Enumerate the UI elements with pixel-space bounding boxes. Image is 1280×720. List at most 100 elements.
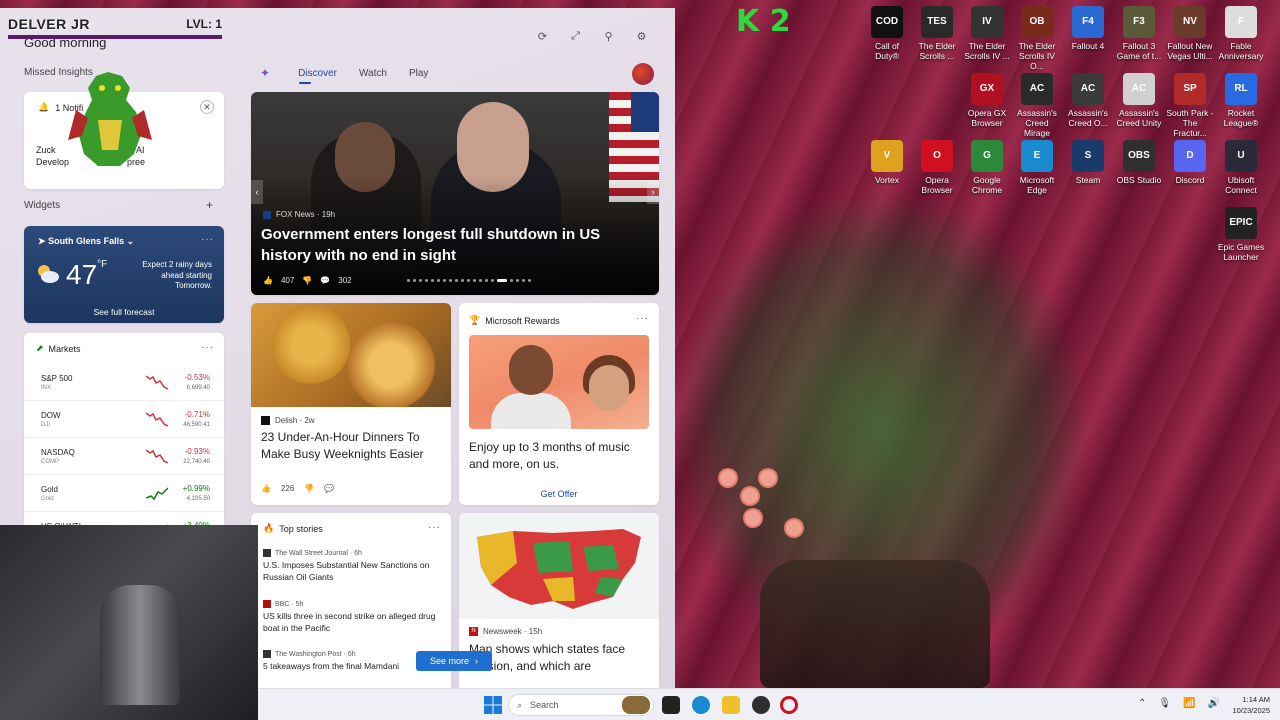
more-options-icon[interactable]: ··· bbox=[201, 234, 214, 245]
map-image bbox=[459, 513, 659, 619]
flame-icon: 🔥 bbox=[263, 523, 275, 533]
weather-temp: 47°F bbox=[66, 259, 107, 291]
more-options-icon[interactable]: ··· bbox=[636, 313, 649, 324]
app-icon: OBS bbox=[1123, 140, 1155, 172]
desktop-icon-label: Opera Browser bbox=[921, 175, 953, 195]
location-arrow-icon: ➤ bbox=[38, 236, 46, 246]
see-more-button[interactable]: See more › bbox=[416, 651, 492, 671]
desktop-icon[interactable]: F4 Fallout 4 bbox=[1063, 6, 1113, 51]
desktop-icon[interactable]: AC Assassin's Creed Unity bbox=[1114, 73, 1164, 128]
desktop-icon[interactable]: V Vortex bbox=[862, 140, 912, 185]
food-title[interactable]: 23 Under-An-Hour Dinners To Make Busy We… bbox=[261, 429, 441, 463]
chevron-right-icon: › bbox=[475, 656, 479, 666]
markets-card[interactable]: ⬈ Markets ··· S&P 500 INX -0.53% 6,699.40 DO… bbox=[24, 333, 224, 533]
add-widget-icon[interactable]: + bbox=[206, 198, 213, 212]
app-icon: S bbox=[1072, 140, 1104, 172]
pin-icon[interactable]: ⚲ bbox=[600, 28, 617, 45]
desktop-icon[interactable]: SP South Park - The Fractur... bbox=[1165, 73, 1215, 138]
desktop-icon[interactable]: OBS OBS Studio bbox=[1114, 140, 1164, 185]
obs-icon[interactable] bbox=[752, 696, 770, 714]
market-row[interactable]: NASDAQ COMP -0.93% 22,740.40 bbox=[24, 439, 224, 475]
market-row[interactable]: Gold Gold +0.99% 4,105.50 bbox=[24, 476, 224, 512]
desktop-icon[interactable]: E Microsoft Edge bbox=[1012, 140, 1062, 195]
stream-overlay-bar: DELVER JR LVL: 1 bbox=[8, 16, 228, 36]
rewards-card[interactable]: 🏆 Microsoft Rewards ··· Enjoy up to 3 mo… bbox=[459, 303, 659, 505]
weather-note: Expect 2 rainy days ahead starting Tomor… bbox=[142, 260, 212, 290]
thumbs-down-icon[interactable]: 👎 bbox=[302, 276, 312, 285]
desktop-icon[interactable]: RL Rocket League® bbox=[1216, 73, 1266, 128]
user-avatar[interactable] bbox=[632, 63, 654, 85]
desktop-icon[interactable]: D Discord bbox=[1165, 140, 1215, 185]
desktop-icon-label: Assassin's Creed O... bbox=[1068, 108, 1108, 128]
market-change: -0.93% bbox=[184, 447, 210, 456]
microphone-icon[interactable]: 🎙 bbox=[1158, 698, 1171, 709]
food-story-card[interactable]: Delish · 2w 23 Under-An-Hour Dinners To … bbox=[251, 303, 451, 505]
wifi-icon[interactable]: 📶 bbox=[1183, 698, 1195, 709]
hero-likes: 407 bbox=[280, 276, 295, 285]
get-offer-link[interactable]: Get Offer bbox=[459, 489, 659, 499]
chevron-up-icon[interactable]: ⌃ bbox=[1138, 698, 1146, 709]
app-icon: AC bbox=[1021, 73, 1053, 105]
taskbar-clock[interactable]: 1:14 AM 10/23/2025 bbox=[1232, 694, 1270, 716]
edge-icon[interactable] bbox=[692, 696, 710, 714]
chevron-left-icon[interactable]: ‹ bbox=[251, 180, 263, 204]
hero-title[interactable]: Government enters longest full shutdown … bbox=[261, 224, 641, 266]
desktop-icon[interactable]: U Ubisoft Connect bbox=[1216, 140, 1266, 195]
market-row[interactable]: DOW DJI -0.71% 46,590.41 bbox=[24, 402, 224, 438]
chevron-right-icon[interactable]: › bbox=[647, 180, 659, 204]
settings-gear-icon[interactable]: ⚙ bbox=[633, 28, 650, 45]
comment-icon[interactable]: 💬 bbox=[324, 484, 334, 493]
close-icon[interactable]: ✕ bbox=[200, 100, 214, 114]
desktop-icon[interactable]: EPIC Epic Games Launcher bbox=[1216, 207, 1266, 262]
market-symbol: INX bbox=[41, 385, 52, 391]
app-icon: D bbox=[1174, 140, 1206, 172]
hero-story-card[interactable]: ‹ › FOX News · 19h Government enters lon… bbox=[251, 92, 659, 295]
more-options-icon[interactable]: ··· bbox=[428, 522, 441, 533]
list-item[interactable]: BBC · 5h US kills three in second strike… bbox=[263, 600, 443, 634]
market-row[interactable]: S&P 500 INX -0.53% 6,699.40 bbox=[24, 365, 224, 401]
top-story-source: BBC · 5h bbox=[275, 600, 304, 608]
desktop-icon[interactable]: TES The Elder Scrolls ... bbox=[912, 6, 962, 61]
list-item[interactable]: The Wall Street Journal · 6h U.S. Impose… bbox=[263, 549, 443, 583]
desktop-icon[interactable]: IV The Elder Scrolls IV ... bbox=[962, 6, 1012, 61]
desktop-icon[interactable]: G Google Chrome bbox=[962, 140, 1012, 195]
market-symbol: Gold bbox=[41, 496, 54, 502]
desktop-icon[interactable]: S Steam bbox=[1063, 140, 1113, 185]
comment-icon[interactable]: 💬 bbox=[320, 276, 330, 285]
desktop-icon[interactable]: NV Fallout New Vegas Ulti... bbox=[1165, 6, 1215, 61]
weather-card[interactable]: ➤ South Glens Falls ⌄ ··· 47°F Expect 2 … bbox=[24, 226, 224, 323]
desktop-icon[interactable]: O Opera Browser bbox=[912, 140, 962, 195]
market-change: -0.53% bbox=[184, 373, 210, 382]
desktop-icon-label: Rocket League® bbox=[1223, 108, 1259, 128]
expand-icon[interactable]: ⤢ bbox=[567, 28, 584, 45]
desktop-icon[interactable]: OB The Elder Scrolls IV O... bbox=[1012, 6, 1062, 71]
desktop-icon[interactable]: F3 Fallout 3 Game of t... bbox=[1114, 6, 1164, 61]
tab-watch[interactable]: Watch bbox=[359, 68, 387, 79]
see-full-forecast-link[interactable]: See full forecast bbox=[24, 307, 224, 317]
opera-icon[interactable] bbox=[780, 696, 798, 714]
desktop-icon[interactable]: AC Assassin's Creed O... bbox=[1063, 73, 1113, 128]
desktop-icon[interactable]: COD Call of Duty® bbox=[862, 6, 912, 61]
map-source: N Newsweek · 15h bbox=[469, 627, 542, 636]
thumbs-down-icon[interactable]: 👎 bbox=[304, 484, 314, 493]
market-name: Gold bbox=[41, 485, 58, 494]
more-options-icon[interactable]: ··· bbox=[201, 342, 214, 353]
task-view-icon[interactable] bbox=[662, 696, 680, 714]
volume-icon[interactable]: 🔊 bbox=[1208, 698, 1220, 709]
app-icon: O bbox=[921, 140, 953, 172]
us-map-graphic bbox=[477, 529, 641, 609]
desktop-icon[interactable]: F Fable Anniversary bbox=[1216, 6, 1266, 61]
thumbs-up-icon[interactable]: 👍 bbox=[263, 276, 273, 285]
desktop-icon[interactable]: GX Opera GX Browser bbox=[962, 73, 1012, 128]
app-icon: F3 bbox=[1123, 6, 1155, 38]
refresh-icon[interactable]: ⟳ bbox=[534, 28, 551, 45]
windows-start-icon[interactable] bbox=[484, 696, 502, 714]
top-stories-header: 🔥 Top stories bbox=[263, 523, 323, 534]
tab-discover[interactable]: Discover bbox=[298, 68, 337, 79]
weather-location[interactable]: ➤ South Glens Falls ⌄ bbox=[38, 236, 134, 247]
map-title[interactable]: Map shows which states face session, and… bbox=[469, 641, 649, 675]
file-explorer-icon[interactable] bbox=[722, 696, 740, 714]
thumbs-up-icon[interactable]: 👍 bbox=[261, 484, 271, 493]
desktop-icon[interactable]: AC Assassin's Creed Mirage bbox=[1012, 73, 1062, 138]
tab-play[interactable]: Play bbox=[409, 68, 428, 79]
